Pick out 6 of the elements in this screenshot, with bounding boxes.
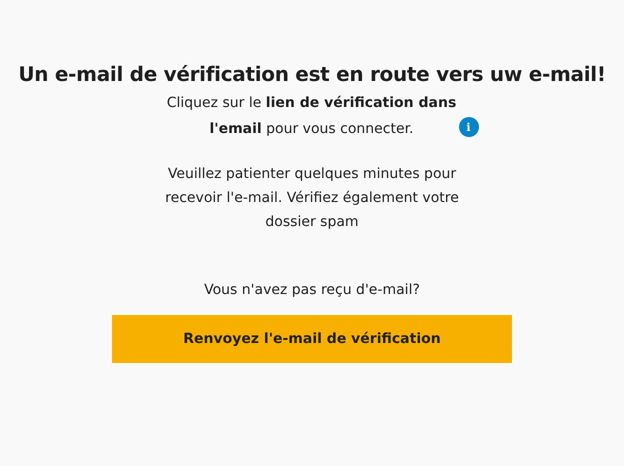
page-title: Un e-mail de vérification est en route vers uw e-mail! <box>18 61 606 88</box>
resend-prompt: Vous n'avez pas reçu d'e-mail? <box>204 281 420 300</box>
wait-message: Veuillez patienter quelques minutes pour recevoir l'e-mail. Vérifiez également votre dossier spam <box>164 165 460 232</box>
info-icon[interactable]: i <box>458 117 478 137</box>
resend-button[interactable]: Renvoyez l'e-mail de vérification <box>112 315 512 363</box>
instruction-text: Cliquez sur le lien de vérification dans l'email pour vous connecter. <box>166 94 458 139</box>
